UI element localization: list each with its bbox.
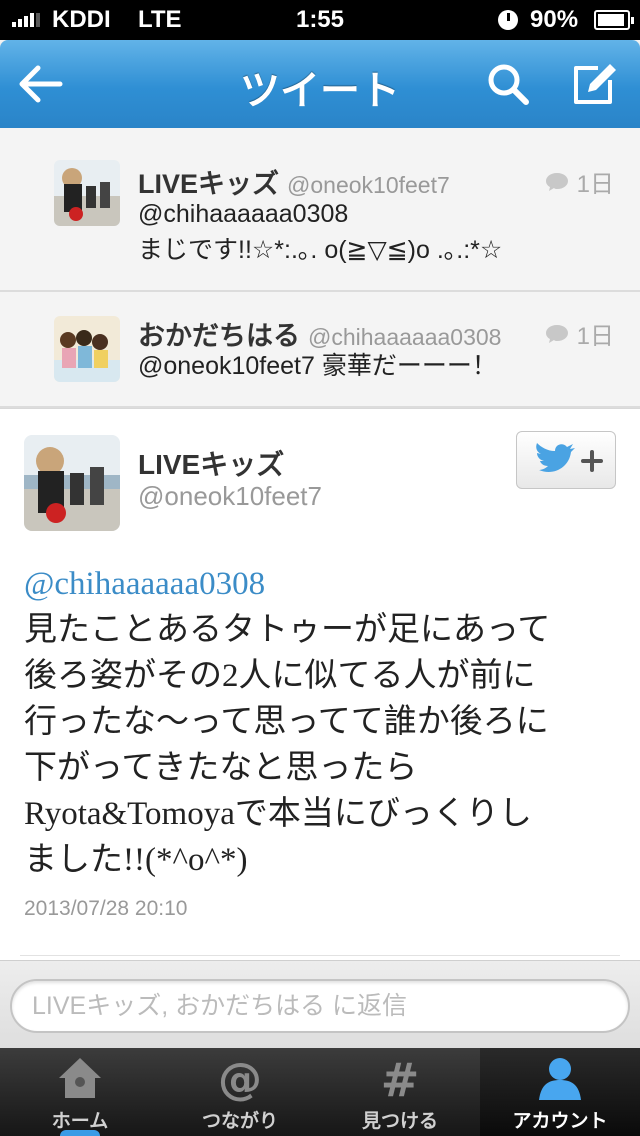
tweet-body: @chihaaaaaa0308 見たことあるタトゥーが足にあって 後ろ姿がその2…: [24, 561, 624, 883]
tweet-mention[interactable]: @chihaaaaaa0308: [24, 561, 624, 607]
reply-text-line: まじです!!☆*:.｡. o(≧▽≦)o .｡.:*☆: [138, 236, 503, 264]
battery-percent: 90%: [530, 6, 579, 33]
reply-handle: @oneok10feet7: [287, 172, 450, 198]
reply-meta: 1日: [545, 316, 614, 351]
tab-connect[interactable]: @ つながり: [160, 1048, 320, 1136]
nav-bar: ツイート: [0, 40, 640, 128]
reply-tweet[interactable]: おかだちはる @chihaaaaaa0308 1日 @oneok10feet7 豪…: [0, 292, 640, 408]
reply-input[interactable]: [10, 979, 630, 1033]
status-bar: KDDI LTE 1:55 90%: [0, 0, 640, 40]
conversation-bubble-icon: [545, 172, 568, 191]
avatar[interactable]: [54, 316, 120, 382]
reply-age: 1日: [576, 171, 614, 198]
tab-indicator: [60, 1130, 100, 1136]
tab-account[interactable]: アカウント: [480, 1048, 640, 1136]
reply-handle: @chihaaaaaa0308: [308, 324, 502, 350]
conversation-bubble-icon: [545, 324, 568, 343]
main-tweet: LIVEキッズ @oneok10feet7 @chihaaaaaa0308 見た…: [0, 408, 640, 960]
home-icon: [59, 1058, 101, 1098]
tweet-text-line: 後ろ姿がその2人に似てる人が前に: [24, 658, 536, 694]
battery-icon: [594, 10, 634, 30]
svg-text:@: @: [218, 1054, 262, 1102]
author-avatar[interactable]: [24, 435, 120, 531]
tab-discover[interactable]: # 見つける: [320, 1048, 480, 1136]
tab-label: アカウント: [512, 1111, 608, 1132]
tweet-text-line: Ryota&Tomoyaで本当にびっくりし: [24, 796, 532, 832]
svg-text:#: #: [381, 1054, 420, 1102]
reply-age: 1日: [576, 323, 614, 350]
hash-icon: #: [381, 1054, 420, 1102]
person-icon: [539, 1058, 581, 1100]
reply-text: @oneok10feet7 豪華だーーー！: [138, 348, 497, 384]
reply-text-line: @oneok10feet7 豪華だーーー！: [138, 352, 497, 380]
divider: [20, 955, 620, 956]
author-name: LIVEキッズ: [138, 449, 285, 480]
page-title: ツイート: [240, 69, 400, 113]
reply-bar: [0, 960, 640, 1048]
tweet-timestamp: 2013/07/28 20:10: [24, 897, 188, 920]
tweet-text-line: ました!!(*^o^*): [24, 842, 248, 878]
reply-text-line: @chihaaaaaa0308: [138, 200, 349, 228]
reply-text: @chihaaaaaa0308 まじです!!☆*:.｡. o(≧▽≦)o .｡.…: [138, 196, 502, 268]
tab-bar: ホーム @ つながり # 見つける アカウント: [0, 1048, 640, 1136]
tab-home[interactable]: ホーム: [0, 1048, 160, 1136]
tweet-text-line: 行ったな〜って思ってて誰か後ろに: [24, 704, 549, 740]
alarm-clock-icon: [498, 10, 518, 30]
author-handle: @oneok10feet7: [138, 481, 322, 511]
compose-icon[interactable]: [568, 58, 620, 110]
twitter-bird-plus-icon: [536, 443, 603, 472]
search-icon[interactable]: [484, 60, 532, 108]
avatar[interactable]: [54, 160, 120, 226]
tab-label: ホーム: [51, 1111, 109, 1132]
reply-meta: 1日: [545, 164, 614, 199]
tab-label: つながり: [201, 1111, 278, 1132]
reply-tweet[interactable]: LIVEキッズ @oneok10feet7 1日 @chihaaaaaa0308 …: [0, 128, 640, 292]
tab-label: 見つける: [361, 1111, 438, 1132]
at-icon: @: [218, 1054, 262, 1102]
follow-button[interactable]: [516, 431, 616, 489]
tweet-text-line: 下がってきたなと思ったら: [24, 750, 418, 786]
tweet-text-line: 見たことあるタトゥーが足にあって: [24, 612, 551, 648]
